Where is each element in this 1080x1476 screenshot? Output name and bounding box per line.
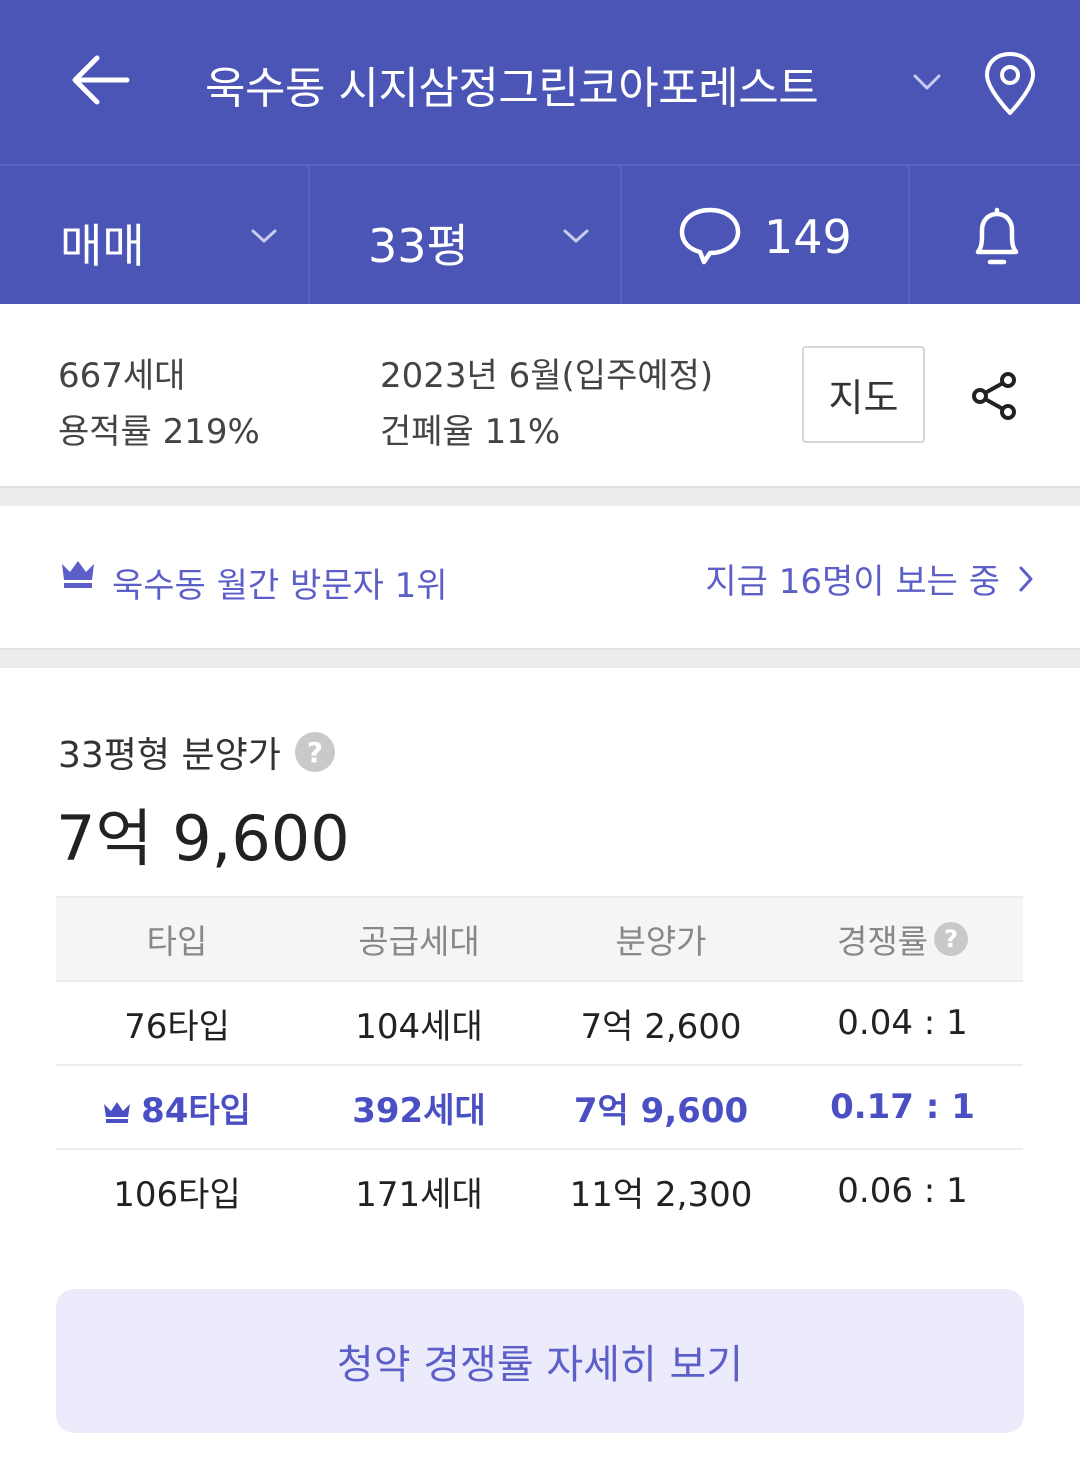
size-label: 33평 bbox=[368, 219, 469, 273]
presale-label-text: 33평형 분양가 bbox=[58, 735, 281, 776]
help-icon[interactable]: ? bbox=[294, 732, 335, 772]
back-button[interactable] bbox=[60, 44, 140, 116]
cell-supply: 392세대 bbox=[352, 1090, 486, 1131]
chevron-down-icon bbox=[556, 216, 596, 256]
header-type: 타입 bbox=[146, 922, 208, 961]
size-dropdown[interactable]: 33평 bbox=[310, 166, 622, 304]
info-right: 2023년 6월(입주예정) 건폐율 11% bbox=[380, 348, 713, 460]
table-header: 타입 공급세대 분양가 경쟁률 ? bbox=[56, 896, 1023, 980]
location-pin-icon bbox=[985, 52, 1035, 115]
floor-area-ratio: 용적률 219% bbox=[58, 412, 260, 452]
app-header: 욱수동 시지삼정그린코아포레스트 bbox=[0, 0, 1080, 164]
competition-detail-button[interactable]: 청약 경쟁률 자세히 보기 bbox=[56, 1289, 1024, 1433]
cell-type: 76타입 bbox=[124, 1006, 230, 1047]
back-arrow-icon bbox=[72, 55, 130, 105]
comments-button[interactable]: 149 bbox=[622, 166, 910, 304]
header-ratio-label: 경쟁률 bbox=[836, 922, 929, 961]
crown-icon bbox=[62, 561, 94, 588]
presale-label: 33평형 분양가 ? bbox=[58, 726, 335, 778]
complex-info: 667세대 용적률 219% 2023년 6월(입주예정) 건폐율 11% 지도 bbox=[0, 304, 1080, 486]
title-dropdown-button[interactable] bbox=[904, 62, 950, 102]
share-icon bbox=[972, 372, 1016, 420]
bell-icon bbox=[975, 207, 1019, 265]
cell-ratio: 0.06 : 1 bbox=[837, 1171, 968, 1211]
speech-bubble-icon bbox=[679, 207, 741, 265]
complex-title[interactable]: 욱수동 시지삼정그린코아포레스트 bbox=[205, 52, 819, 116]
cell-supply: 104세대 bbox=[355, 1006, 483, 1047]
table-row: 76타입 104세대 7억 2,600 0.04 : 1 bbox=[56, 980, 1023, 1064]
cell-supply: 171세대 bbox=[355, 1174, 483, 1215]
comment-count: 149 bbox=[764, 210, 852, 264]
section-divider bbox=[0, 486, 1080, 506]
visitor-rank-bar[interactable]: 욱수동 월간 방문자 1위 지금 16명이 보는 중 bbox=[0, 506, 1080, 648]
chevron-down-icon bbox=[913, 74, 941, 90]
visitor-rank-text: 욱수동 월간 방문자 1위 bbox=[112, 566, 448, 606]
filter-bar: 매매 33평 149 bbox=[0, 164, 1080, 304]
cell-type: 84타입 bbox=[56, 1083, 298, 1132]
table-row-highlighted: 84타입 392세대 7억 9,600 0.17 : 1 bbox=[56, 1064, 1023, 1148]
building-coverage: 건폐율 11% bbox=[380, 412, 561, 452]
move-in-date: 2023년 6월(입주예정) bbox=[380, 356, 714, 396]
cell-price: 7억 2,600 bbox=[580, 1006, 742, 1047]
chevron-down-icon bbox=[244, 216, 284, 256]
now-viewing-text: 지금 16명이 보는 중 bbox=[705, 562, 1000, 602]
now-viewing-link[interactable]: 지금 16명이 보는 중 bbox=[705, 554, 1034, 603]
table-row: 106타입 171세대 11억 2,300 0.06 : 1 bbox=[56, 1148, 1023, 1232]
presale-table: 타입 공급세대 분양가 경쟁률 ? 76타입 104세대 7억 2,600 0.… bbox=[56, 896, 1023, 1232]
cell-price: 11억 2,300 bbox=[569, 1174, 753, 1215]
map-button[interactable]: 지도 bbox=[802, 346, 925, 443]
cell-ratio: 0.17 : 1 bbox=[830, 1087, 975, 1127]
notification-button[interactable] bbox=[910, 166, 1080, 304]
households: 667세대 bbox=[58, 356, 186, 396]
help-icon[interactable]: ? bbox=[934, 922, 969, 956]
crown-icon bbox=[104, 1102, 131, 1123]
info-left: 667세대 용적률 219% bbox=[58, 348, 260, 460]
cell-type: 106타입 bbox=[113, 1174, 241, 1215]
deal-type-dropdown[interactable]: 매매 bbox=[0, 166, 310, 304]
map-location-button[interactable] bbox=[975, 44, 1045, 124]
cell-type-text: 84타입 bbox=[141, 1090, 251, 1131]
section-divider bbox=[0, 648, 1080, 668]
header-supply: 공급세대 bbox=[358, 922, 480, 961]
presale-price: 7억 9,600 bbox=[56, 802, 350, 875]
chevron-right-icon bbox=[1019, 566, 1033, 591]
share-button[interactable] bbox=[962, 366, 1028, 426]
header-ratio: 경쟁률 ? bbox=[782, 915, 1023, 963]
cell-price: 7억 9,600 bbox=[573, 1090, 749, 1131]
header-price: 분양가 bbox=[615, 922, 707, 961]
deal-type-label: 매매 bbox=[60, 219, 145, 273]
cell-ratio: 0.04 : 1 bbox=[837, 1003, 968, 1043]
